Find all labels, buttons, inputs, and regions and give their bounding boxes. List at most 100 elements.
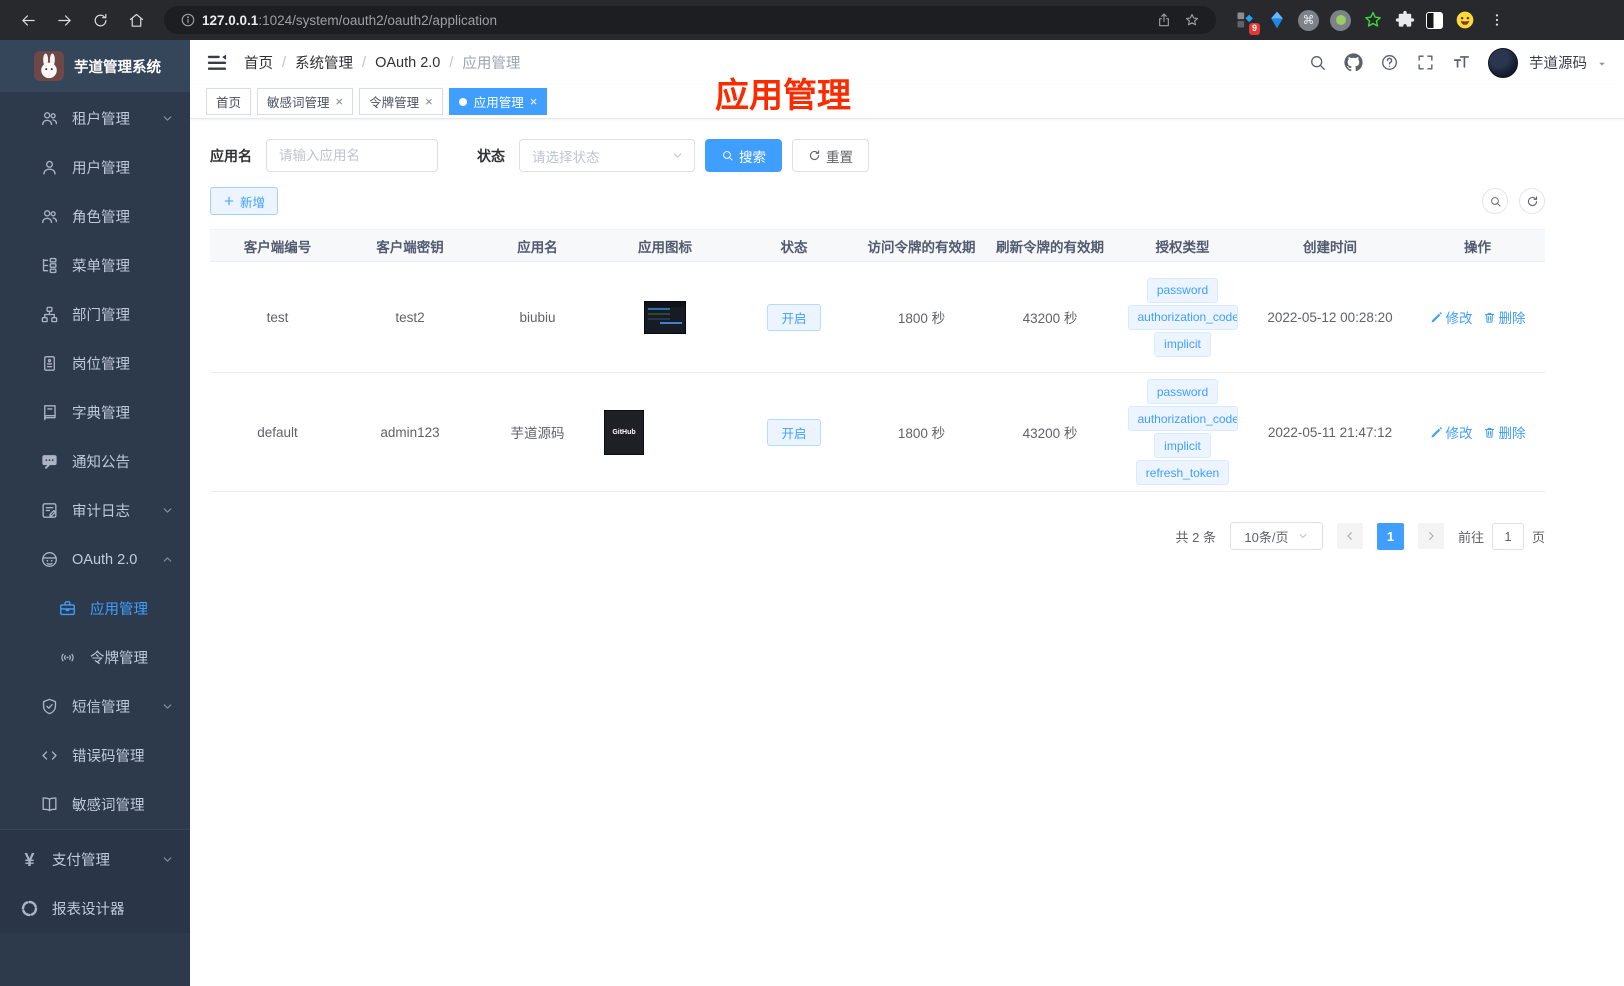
sidebar-item-dict[interactable]: 字典管理 bbox=[0, 388, 190, 437]
record-extension-icon[interactable] bbox=[1330, 9, 1351, 31]
sidebar-item-oauth2-application[interactable]: 应用管理 bbox=[0, 584, 190, 633]
profile-avatar-icon[interactable] bbox=[1454, 10, 1475, 31]
caret-down-icon[interactable] bbox=[1596, 57, 1608, 69]
back-icon[interactable] bbox=[14, 6, 42, 34]
sidebar-item-label: 敏感词管理 bbox=[72, 798, 145, 814]
client-secret-cell: test2 bbox=[395, 309, 425, 325]
kite-extension-icon[interactable] bbox=[1266, 10, 1287, 31]
edit-link[interactable]: 修改 bbox=[1430, 307, 1473, 327]
status-select[interactable]: 请选择状态 bbox=[519, 139, 695, 172]
sidebar-item-label: 用户管理 bbox=[72, 161, 130, 177]
client-id-cell: test bbox=[266, 309, 289, 325]
dark-mode-extension-icon[interactable] bbox=[1426, 11, 1443, 29]
edit-link[interactable]: 修改 bbox=[1430, 422, 1473, 442]
help-icon[interactable] bbox=[1380, 53, 1399, 72]
sidebar-collapse-icon[interactable] bbox=[206, 53, 228, 73]
sidebar-item-oauth2[interactable]: OAuth 2.0 bbox=[0, 535, 190, 584]
grant-types-cell: password authorization_code implicit bbox=[1115, 277, 1250, 357]
app-name-label: 应用名 bbox=[210, 147, 252, 164]
site-info-icon[interactable] bbox=[180, 12, 196, 28]
star-extension-icon[interactable] bbox=[1362, 10, 1383, 31]
extensions-area: 9 ⌘ bbox=[1234, 9, 1507, 35]
fullscreen-icon[interactable] bbox=[1416, 53, 1435, 72]
delete-label: 删除 bbox=[1498, 426, 1526, 441]
page-size-value: 10条/页 bbox=[1244, 529, 1289, 545]
sidebar-item-label: 岗位管理 bbox=[72, 357, 130, 373]
sidebar-item-role[interactable]: 角色管理 bbox=[0, 192, 190, 241]
plus-icon bbox=[223, 195, 235, 207]
tab-sensitive-word[interactable]: 敏感词管理 × bbox=[257, 88, 354, 115]
close-tab-icon[interactable]: × bbox=[425, 95, 433, 108]
page-number-active[interactable]: 1 bbox=[1376, 522, 1404, 550]
sidebar-item-sms[interactable]: 短信管理 bbox=[0, 682, 190, 731]
sidebar-item-oauth2-token[interactable]: 令牌管理 bbox=[0, 633, 190, 682]
trash-icon bbox=[1483, 311, 1496, 324]
add-button[interactable]: 新增 bbox=[210, 187, 279, 215]
page-size-select[interactable]: 10条/页 bbox=[1229, 522, 1323, 550]
sidebar-item-notice[interactable]: 通知公告 bbox=[0, 437, 190, 486]
next-page-button[interactable] bbox=[1417, 523, 1444, 549]
sidebar-item-menu[interactable]: 菜单管理 bbox=[0, 241, 190, 290]
share-icon[interactable] bbox=[1156, 12, 1172, 28]
close-tab-icon[interactable]: × bbox=[530, 95, 538, 108]
column-header: 客户端编号 bbox=[243, 239, 312, 255]
sidebar-item-report-designer[interactable]: 报表设计器 bbox=[0, 884, 190, 933]
app-name-input[interactable] bbox=[266, 139, 438, 172]
close-tab-icon[interactable]: × bbox=[336, 95, 344, 108]
robot-icon bbox=[40, 550, 59, 569]
refresh-icon bbox=[808, 149, 821, 162]
grant-type-tag: refresh_token bbox=[1135, 460, 1230, 485]
menu-tree-icon bbox=[40, 256, 59, 275]
breadcrumb-oauth2[interactable]: OAuth 2.0 bbox=[375, 55, 440, 71]
tab-application[interactable]: 应用管理 × bbox=[448, 88, 548, 115]
app-icon-thumbnail: GitHub bbox=[604, 409, 644, 455]
sidebar-item-tenant[interactable]: 租户管理 bbox=[0, 94, 190, 143]
column-header: 操作 bbox=[1464, 239, 1491, 255]
reload-icon[interactable] bbox=[86, 6, 114, 34]
github-icon[interactable] bbox=[1344, 53, 1363, 72]
goto-page-input[interactable] bbox=[1491, 522, 1524, 550]
sidebar-item-error-code[interactable]: 错误码管理 bbox=[0, 731, 190, 780]
sidebar-item-pay[interactable]: ¥ 支付管理 bbox=[0, 835, 190, 884]
delete-link[interactable]: 删除 bbox=[1483, 307, 1526, 327]
briefcase-icon bbox=[58, 599, 77, 618]
font-size-icon[interactable] bbox=[1452, 53, 1471, 72]
user-avatar[interactable] bbox=[1488, 47, 1518, 78]
sidebar-item-label: 部门管理 bbox=[72, 308, 130, 324]
forward-icon[interactable] bbox=[50, 6, 78, 34]
search-icon[interactable] bbox=[1308, 53, 1327, 72]
sidebar-item-user[interactable]: 用户管理 bbox=[0, 143, 190, 192]
puzzle-extensions-icon[interactable] bbox=[1394, 10, 1415, 31]
app-title: 芋道管理系统 bbox=[74, 59, 161, 76]
bookmark-star-icon[interactable] bbox=[1184, 12, 1200, 28]
sidebar-item-sensitive-word[interactable]: 敏感词管理 bbox=[0, 780, 190, 829]
url-bar[interactable]: 127.0.0.1:1024/system/oauth2/oauth2/appl… bbox=[164, 6, 1216, 34]
prev-page-button[interactable] bbox=[1336, 523, 1363, 549]
app-logo[interactable]: 芋道管理系统 bbox=[0, 40, 190, 92]
sidebar-item-dept[interactable]: 部门管理 bbox=[0, 290, 190, 339]
reset-button[interactable]: 重置 bbox=[792, 139, 869, 172]
status-badge: 开启 bbox=[767, 303, 821, 331]
created-at-cell: 2022-05-12 00:28:20 bbox=[1267, 309, 1393, 325]
column-header: 应用名 bbox=[517, 239, 558, 255]
tab-home[interactable]: 首页 bbox=[206, 88, 252, 115]
reset-button-label: 重置 bbox=[826, 149, 853, 165]
username[interactable]: 芋道源码 bbox=[1529, 52, 1587, 73]
command-extension-icon[interactable]: ⌘ bbox=[1298, 9, 1319, 31]
chevron-down-icon bbox=[161, 112, 174, 125]
extension-badge: 9 bbox=[1248, 22, 1260, 35]
home-icon[interactable] bbox=[122, 6, 150, 34]
table-row: test test2 biubiu 开启 1800 秒 43200 秒 pass… bbox=[210, 262, 1545, 373]
tab-token[interactable]: 令牌管理 × bbox=[359, 88, 443, 115]
refresh-table-button[interactable] bbox=[1519, 188, 1545, 214]
sidebar-item-post[interactable]: 岗位管理 bbox=[0, 339, 190, 388]
delete-link[interactable]: 删除 bbox=[1483, 422, 1526, 442]
extension-grid-icon[interactable]: 9 bbox=[1234, 10, 1260, 35]
browser-menu-icon[interactable] bbox=[1486, 10, 1507, 31]
breadcrumb-system[interactable]: 系统管理 bbox=[295, 52, 353, 73]
breadcrumb-home[interactable]: 首页 bbox=[244, 52, 273, 73]
chevron-down-icon bbox=[161, 700, 174, 713]
toggle-search-button[interactable] bbox=[1482, 188, 1508, 214]
search-button[interactable]: 搜索 bbox=[705, 139, 782, 172]
sidebar-item-audit-log[interactable]: 审计日志 bbox=[0, 486, 190, 535]
